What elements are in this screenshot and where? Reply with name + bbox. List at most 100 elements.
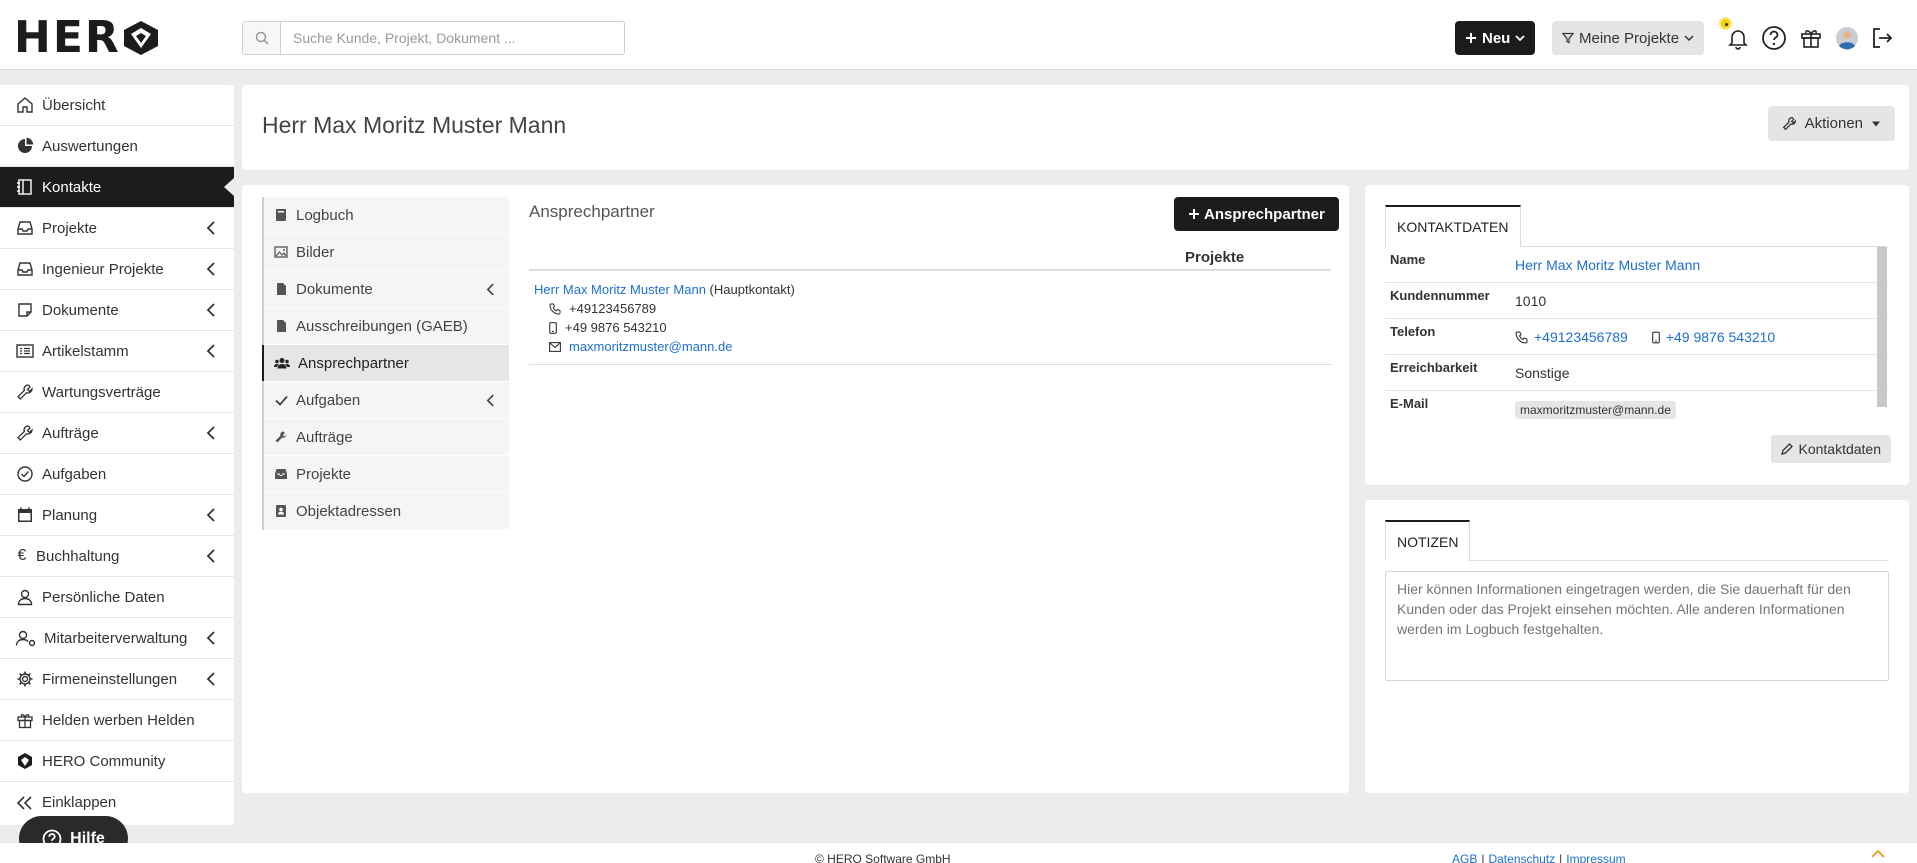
wrench-icon bbox=[1782, 116, 1797, 131]
sidebar-item-hero-community[interactable]: HERO Community bbox=[0, 741, 234, 782]
subnav-item-label: Aufgaben bbox=[296, 391, 361, 409]
check-icon bbox=[274, 393, 288, 407]
sidebar-item-firmeneinstellungen[interactable]: Firmeneinstellungen bbox=[0, 659, 234, 700]
erreichbarkeit-value: Sonstige bbox=[1515, 365, 1570, 381]
subnav-item-dokumente[interactable]: Dokumente bbox=[264, 271, 509, 308]
inbox-icon bbox=[15, 218, 35, 238]
chevron-left-icon bbox=[486, 394, 495, 407]
chevron-up-icon[interactable] bbox=[1870, 849, 1886, 859]
contact-data-card: KONTAKTDATEN Name Herr Max Moritz Muster… bbox=[1365, 185, 1909, 485]
subnav-item-label: Ansprechpartner bbox=[298, 354, 409, 372]
footer-links: AGB | Datenschutz | Impressum bbox=[1452, 852, 1626, 863]
mobile-icon bbox=[1651, 331, 1660, 344]
gift-icon[interactable] bbox=[1797, 24, 1825, 52]
sidebar-item-ingenieur-projekte[interactable]: Ingenieur Projekte bbox=[0, 249, 234, 290]
subnav-item-ausschreibungen[interactable]: Ausschreibungen (GAEB) bbox=[264, 308, 509, 345]
row-label: E-Mail bbox=[1390, 396, 1429, 411]
image-icon bbox=[274, 245, 288, 259]
collapse-icon bbox=[15, 793, 35, 813]
subnav-item-aufgaben[interactable]: Aufgaben bbox=[264, 382, 509, 419]
sidebar-item-artikelstamm[interactable]: Artikelstamm bbox=[0, 331, 234, 372]
footer-link-datenschutz[interactable]: Datenschutz bbox=[1488, 852, 1555, 863]
contact-persons-title: Ansprechpartner bbox=[529, 202, 655, 221]
new-button[interactable]: Neu bbox=[1455, 21, 1536, 55]
scrollbar[interactable] bbox=[1877, 247, 1887, 407]
euro-icon: € bbox=[17, 547, 27, 564]
global-search[interactable] bbox=[242, 21, 625, 55]
main-content-card: Logbuch Bilder Dokumente Ausschreibungen… bbox=[242, 185, 1349, 793]
row-label: Erreichbarkeit bbox=[1390, 360, 1478, 375]
chevron-down-icon bbox=[1684, 33, 1694, 43]
sidebar-item-projekte[interactable]: Projekte bbox=[0, 208, 234, 249]
plus-icon bbox=[1188, 208, 1200, 220]
sidebar-item-buchhaltung[interactable]: € Buchhaltung bbox=[0, 536, 234, 577]
phone-icon bbox=[1515, 331, 1528, 344]
mobile-value-link[interactable]: +49 9876 543210 bbox=[1666, 329, 1775, 345]
sidebar-item-helden-werben-helden[interactable]: Helden werben Helden bbox=[0, 700, 234, 741]
subnav-item-label: Aufträge bbox=[296, 428, 353, 446]
hero-logo[interactable]: HER bbox=[14, 12, 161, 63]
footer-link-agb[interactable]: AGB bbox=[1452, 852, 1477, 863]
subnav-item-logbuch[interactable]: Logbuch bbox=[264, 197, 509, 234]
actions-button[interactable]: Aktionen bbox=[1767, 106, 1895, 141]
envelope-icon bbox=[549, 341, 561, 352]
home-icon bbox=[15, 95, 35, 115]
page-title: Herr Max Moritz Muster Mann bbox=[262, 112, 567, 138]
sidebar-item-aufgaben[interactable]: Aufgaben bbox=[0, 454, 234, 495]
sidebar-item-auswertungen[interactable]: Auswertungen bbox=[0, 126, 234, 167]
sidebar-item-persoenliche-daten[interactable]: Persönliche Daten bbox=[0, 577, 234, 618]
sidebar-item-dokumente[interactable]: Dokumente bbox=[0, 290, 234, 331]
chevron-left-icon bbox=[206, 221, 216, 235]
my-projects-filter-button[interactable]: Meine Projekte bbox=[1552, 21, 1705, 55]
hero-logo-icon bbox=[123, 21, 158, 55]
chevron-left-icon bbox=[206, 344, 216, 358]
sidebar-item-auftraege[interactable]: Aufträge bbox=[0, 413, 234, 454]
help-circle-icon[interactable] bbox=[1760, 24, 1788, 52]
logout-icon[interactable] bbox=[1868, 24, 1896, 52]
name-value-link[interactable]: Herr Max Moritz Muster Mann bbox=[1515, 257, 1700, 273]
row-label: Name bbox=[1390, 252, 1426, 267]
sidebar-item-mitarbeiterverwaltung[interactable]: Mitarbeiterverwaltung bbox=[0, 618, 234, 659]
sidebar-item-kontakte[interactable]: Kontakte bbox=[0, 167, 234, 208]
gear-icon bbox=[15, 669, 35, 689]
filter-icon bbox=[1562, 32, 1574, 44]
contact-name-link[interactable]: Herr Max Moritz Muster Mann bbox=[534, 282, 706, 297]
bell-icon[interactable] bbox=[1724, 24, 1752, 52]
sidebar-item-planung[interactable]: Planung bbox=[0, 495, 234, 536]
tab-kontaktdaten[interactable]: KONTAKTDATEN bbox=[1385, 205, 1521, 247]
chevron-left-icon bbox=[206, 262, 216, 276]
avatar[interactable] bbox=[1833, 24, 1861, 52]
separator: | bbox=[1481, 852, 1485, 863]
sidebar-item-label: Aufträge bbox=[42, 424, 99, 442]
footer: © HERO Software GmbH AGB | Datenschutz |… bbox=[0, 843, 1917, 863]
notes-textarea[interactable] bbox=[1385, 571, 1889, 681]
search-input[interactable] bbox=[281, 22, 624, 54]
subnav-item-auftraege[interactable]: Aufträge bbox=[264, 419, 509, 456]
subnav-item-bilder[interactable]: Bilder bbox=[264, 234, 509, 271]
contact-email-link[interactable]: maxmoritzmuster@mann.de bbox=[569, 337, 732, 356]
tab-notizen[interactable]: NOTIZEN bbox=[1385, 520, 1471, 561]
sidebar-item-label: Auswertungen bbox=[42, 137, 138, 155]
add-contact-person-button[interactable]: Ansprechpartner bbox=[1174, 197, 1339, 231]
row-label: Telefon bbox=[1390, 324, 1436, 339]
sidebar-item-uebersicht[interactable]: Übersicht bbox=[0, 85, 234, 126]
contact-email-line: maxmoritzmuster@mann.de bbox=[534, 337, 1326, 356]
new-button-label: Neu bbox=[1482, 29, 1511, 47]
pie-chart-icon bbox=[15, 136, 35, 156]
logo-text: HER bbox=[14, 12, 121, 63]
users-gear-icon bbox=[15, 628, 37, 648]
plus-icon bbox=[1465, 32, 1477, 44]
subnav-item-projekte[interactable]: Projekte bbox=[264, 456, 509, 493]
email-value-chip[interactable]: maxmoritzmuster@mann.de bbox=[1515, 401, 1676, 419]
subnav-item-ansprechpartner[interactable]: Ansprechpartner bbox=[262, 345, 509, 382]
footer-link-impressum[interactable]: Impressum bbox=[1566, 852, 1625, 863]
sidebar-item-wartungsvertraege[interactable]: Wartungsverträge bbox=[0, 372, 234, 413]
copyright: © HERO Software GmbH bbox=[815, 852, 951, 863]
contact-phone: +49123456789 bbox=[569, 301, 657, 316]
subnav-item-objektadressen[interactable]: Objektadressen bbox=[264, 493, 509, 530]
edit-contact-data-button[interactable]: Kontaktdaten bbox=[1771, 435, 1891, 463]
wrench-icon bbox=[15, 423, 35, 443]
phone-value-link[interactable]: +49123456789 bbox=[1534, 329, 1628, 345]
chevron-left-icon bbox=[206, 631, 216, 645]
notes-tabs: NOTIZEN bbox=[1385, 520, 1889, 561]
